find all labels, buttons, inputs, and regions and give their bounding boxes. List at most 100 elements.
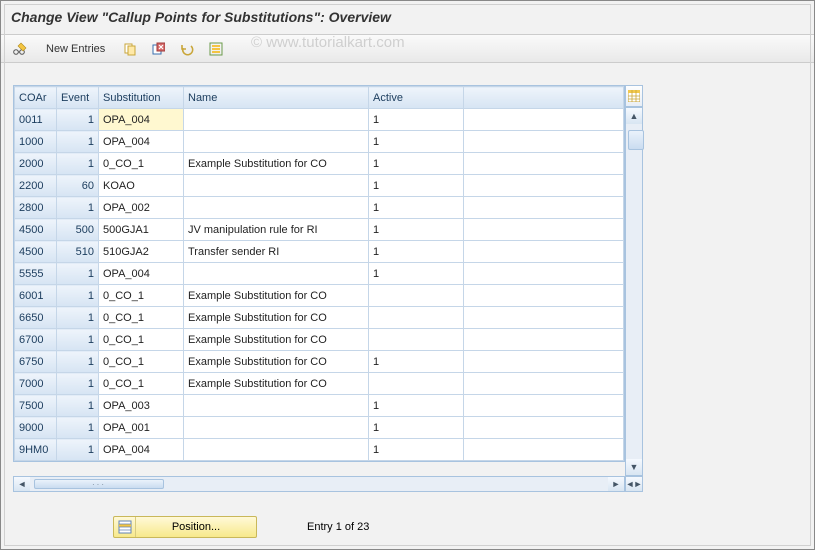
hscroll-thumb[interactable]: ··· (34, 479, 164, 489)
cell-substitution[interactable]: 500GJA1 (99, 219, 184, 241)
cell-substitution[interactable]: 0_CO_1 (99, 153, 184, 175)
cell-name[interactable] (184, 175, 369, 197)
cell-name[interactable] (184, 395, 369, 417)
cell-active[interactable]: 1 (369, 417, 464, 439)
cell-name[interactable]: Example Substitution for CO (184, 307, 369, 329)
cell-name[interactable] (184, 439, 369, 461)
cell-event[interactable]: 1 (57, 351, 99, 373)
cell-substitution[interactable]: 0_CO_1 (99, 329, 184, 351)
cell-coar[interactable]: 9HM0 (15, 439, 57, 461)
cell-extra[interactable] (464, 395, 624, 417)
cell-name[interactable] (184, 197, 369, 219)
table-row[interactable]: 665010_CO_1Example Substitution for CO (15, 307, 624, 329)
cell-event[interactable]: 1 (57, 417, 99, 439)
cell-event[interactable]: 1 (57, 109, 99, 131)
col-header-extra[interactable] (464, 87, 624, 109)
cell-event[interactable]: 510 (57, 241, 99, 263)
cell-coar[interactable]: 6750 (15, 351, 57, 373)
cell-substitution[interactable]: OPA_002 (99, 197, 184, 219)
cell-name[interactable]: Example Substitution for CO (184, 351, 369, 373)
cell-coar[interactable]: 1000 (15, 131, 57, 153)
cell-event[interactable]: 1 (57, 131, 99, 153)
table-row[interactable]: 4500510510GJA2Transfer sender RI1 (15, 241, 624, 263)
table-row[interactable]: 90001OPA_0011 (15, 417, 624, 439)
cell-name[interactable] (184, 263, 369, 285)
cell-event[interactable]: 1 (57, 307, 99, 329)
cell-name[interactable]: Example Substitution for CO (184, 153, 369, 175)
cell-active[interactable]: 1 (369, 197, 464, 219)
table-row[interactable]: 700010_CO_1Example Substitution for CO (15, 373, 624, 395)
table-row[interactable]: 28001OPA_0021 (15, 197, 624, 219)
col-header-name[interactable]: Name (184, 87, 369, 109)
new-entries-button[interactable]: New Entries (37, 39, 114, 59)
cell-coar[interactable]: 2000 (15, 153, 57, 175)
cell-event[interactable]: 500 (57, 219, 99, 241)
vscroll-track[interactable] (626, 124, 642, 459)
cell-coar[interactable]: 6001 (15, 285, 57, 307)
cell-extra[interactable] (464, 285, 624, 307)
cell-extra[interactable] (464, 131, 624, 153)
cell-extra[interactable] (464, 219, 624, 241)
cell-active[interactable]: 1 (369, 175, 464, 197)
cell-coar[interactable]: 4500 (15, 219, 57, 241)
scroll-right2-arrow[interactable]: ► (634, 477, 642, 491)
cell-extra[interactable] (464, 109, 624, 131)
cell-extra[interactable] (464, 263, 624, 285)
cell-extra[interactable] (464, 351, 624, 373)
position-button[interactable]: Position... (113, 516, 257, 538)
cell-name[interactable]: Transfer sender RI (184, 241, 369, 263)
cell-extra[interactable] (464, 307, 624, 329)
cell-active[interactable]: 1 (369, 241, 464, 263)
cell-name[interactable]: Example Substitution for CO (184, 285, 369, 307)
cell-name[interactable] (184, 131, 369, 153)
cell-substitution[interactable]: 0_CO_1 (99, 285, 184, 307)
cell-extra[interactable] (464, 329, 624, 351)
horizontal-scrollbar[interactable]: ◄ ··· ► (13, 476, 625, 492)
cell-substitution[interactable]: 0_CO_1 (99, 373, 184, 395)
cell-coar[interactable]: 2200 (15, 175, 57, 197)
table-row[interactable]: 9HM01OPA_0041 (15, 439, 624, 461)
cell-active[interactable] (369, 373, 464, 395)
cell-name[interactable]: JV manipulation rule for RI (184, 219, 369, 241)
cell-extra[interactable] (464, 417, 624, 439)
cell-event[interactable]: 1 (57, 395, 99, 417)
cell-active[interactable]: 1 (369, 439, 464, 461)
cell-active[interactable]: 1 (369, 263, 464, 285)
scroll-right-arrow[interactable]: ► (608, 477, 624, 491)
cell-extra[interactable] (464, 153, 624, 175)
cell-name[interactable] (184, 417, 369, 439)
cell-substitution[interactable]: 0_CO_1 (99, 351, 184, 373)
cell-active[interactable]: 1 (369, 153, 464, 175)
cell-coar[interactable]: 0011 (15, 109, 57, 131)
table-row[interactable]: 600110_CO_1Example Substitution for CO (15, 285, 624, 307)
vscroll-thumb[interactable] (628, 130, 644, 150)
cell-event[interactable]: 1 (57, 263, 99, 285)
cell-extra[interactable] (464, 241, 624, 263)
vertical-scrollbar[interactable]: ▲ ▼ (625, 107, 643, 476)
cell-event[interactable]: 1 (57, 197, 99, 219)
cell-extra[interactable] (464, 175, 624, 197)
data-grid[interactable]: COAr Event Substitution Name Active 0011… (13, 85, 625, 462)
cell-coar[interactable]: 9000 (15, 417, 57, 439)
col-header-substitution[interactable]: Substitution (99, 87, 184, 109)
table-row[interactable]: 4500500500GJA1JV manipulation rule for R… (15, 219, 624, 241)
delete-button[interactable] (146, 39, 170, 59)
scroll-left-arrow[interactable]: ◄ (14, 477, 30, 491)
cell-active[interactable]: 1 (369, 131, 464, 153)
cell-coar[interactable]: 7500 (15, 395, 57, 417)
cell-coar[interactable]: 5555 (15, 263, 57, 285)
cell-event[interactable]: 1 (57, 329, 99, 351)
scroll-up-arrow[interactable]: ▲ (626, 108, 642, 124)
col-header-active[interactable]: Active (369, 87, 464, 109)
cell-active[interactable] (369, 329, 464, 351)
grid-settings-button[interactable] (625, 85, 643, 107)
cell-event[interactable]: 1 (57, 285, 99, 307)
cell-name[interactable] (184, 109, 369, 131)
table-row[interactable]: 00111OPA_0041 (15, 109, 624, 131)
cell-event[interactable]: 1 (57, 439, 99, 461)
copy-button[interactable] (118, 39, 142, 59)
cell-coar[interactable]: 7000 (15, 373, 57, 395)
cell-coar[interactable]: 6650 (15, 307, 57, 329)
col-header-event[interactable]: Event (57, 87, 99, 109)
cell-substitution[interactable]: OPA_004 (99, 131, 184, 153)
